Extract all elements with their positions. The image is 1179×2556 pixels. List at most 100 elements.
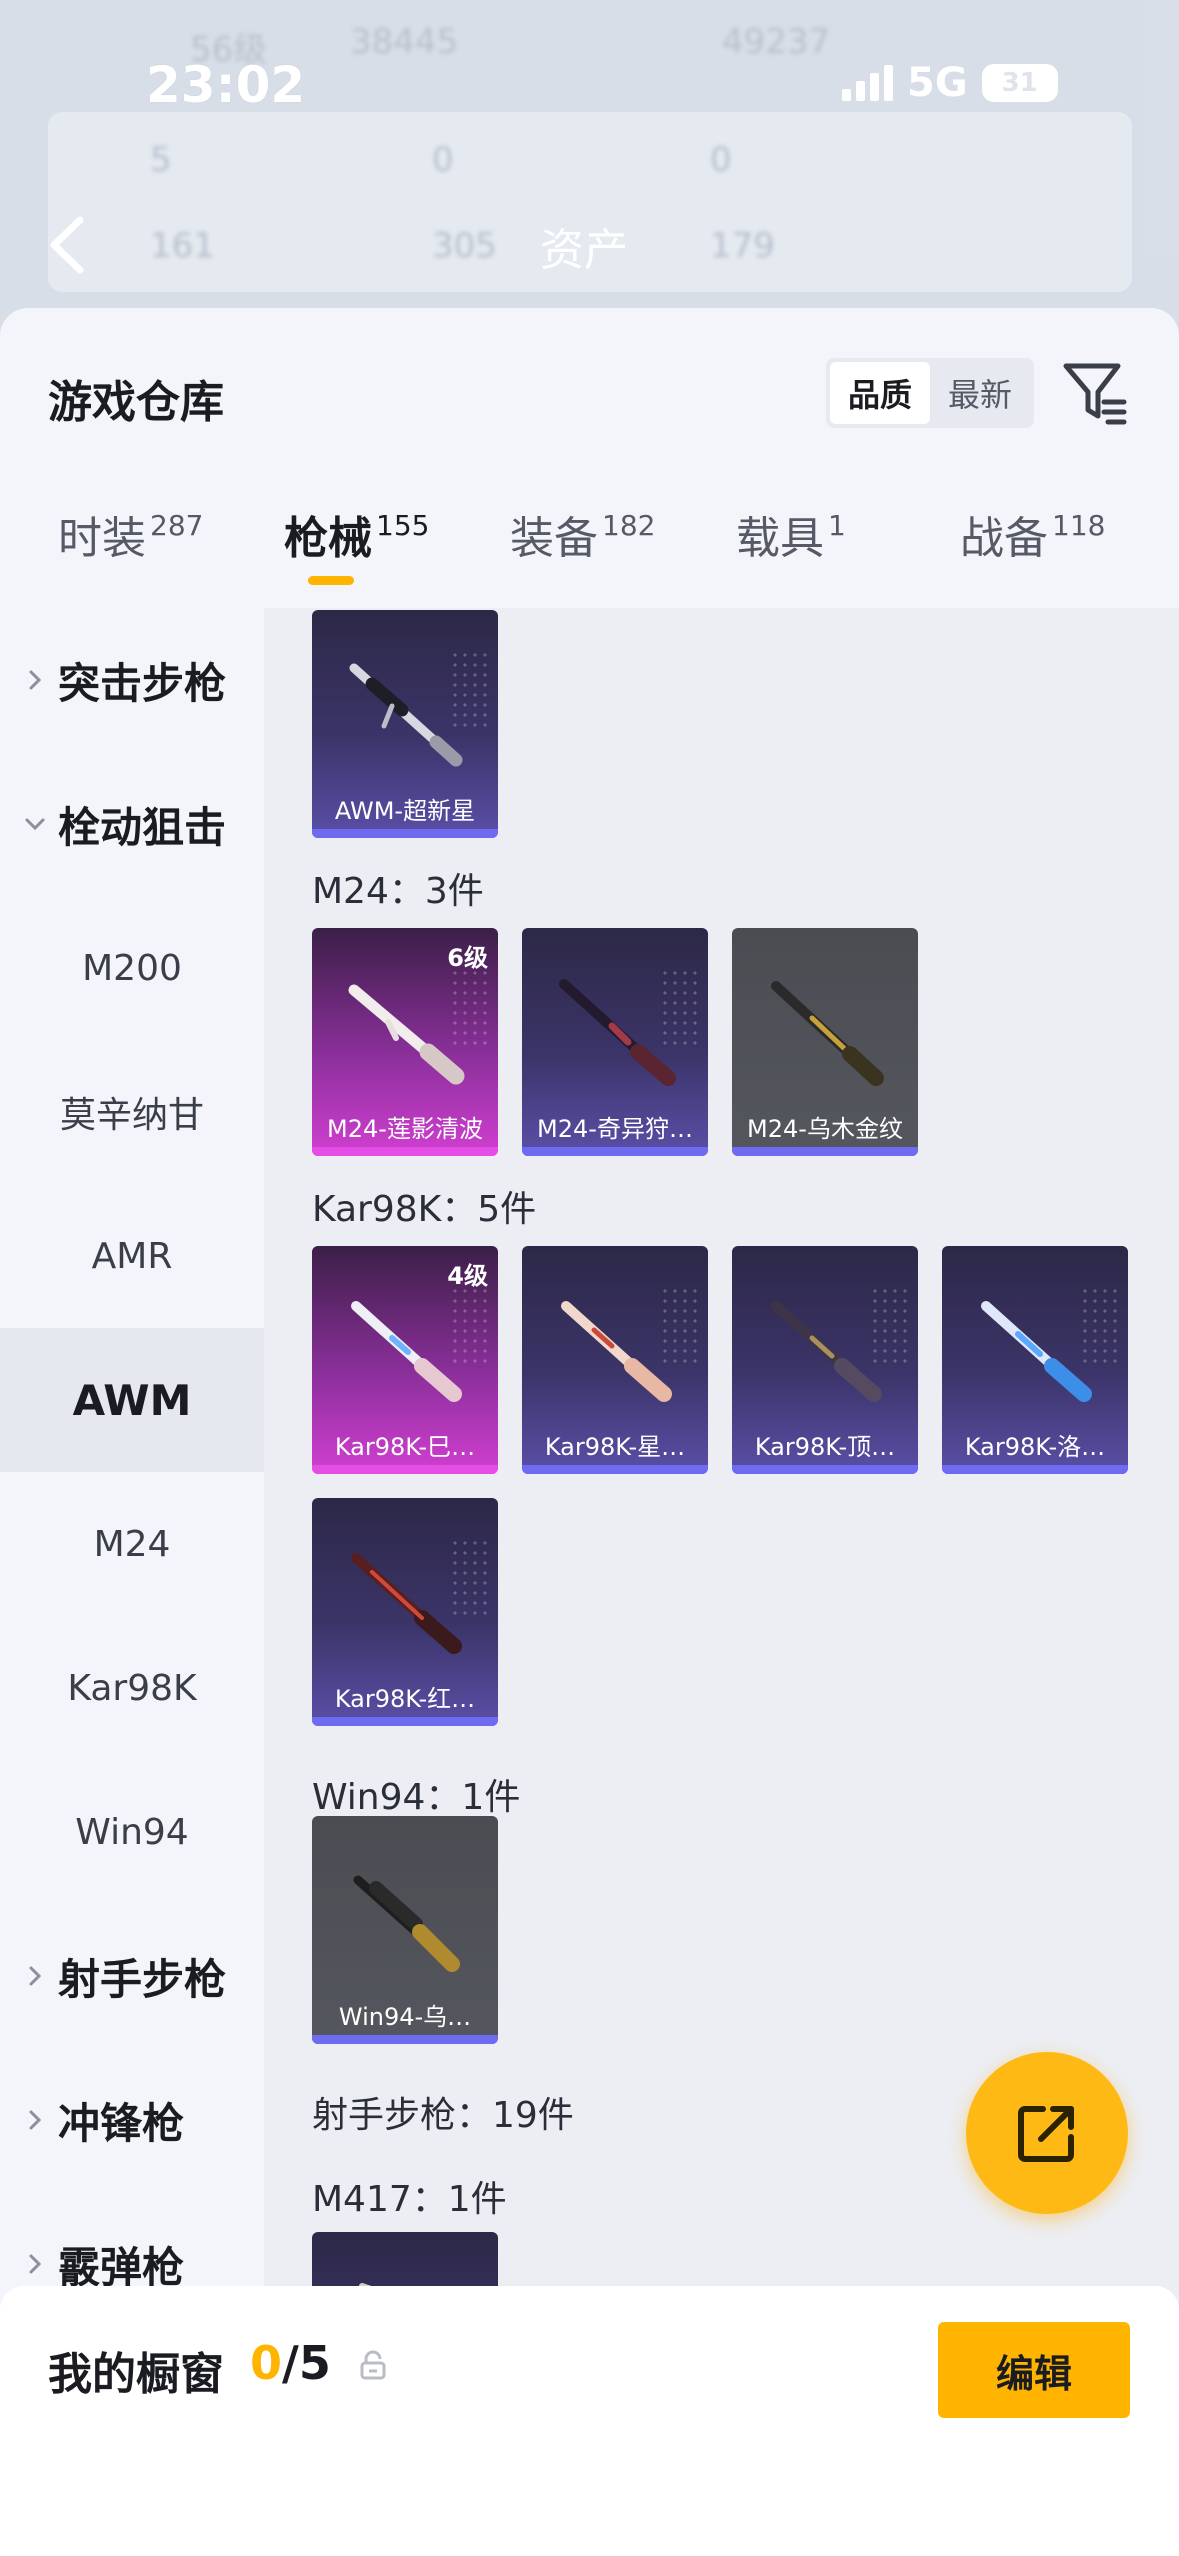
page-title: 资产 [540,225,628,276]
back-arrow-icon[interactable] [40,210,100,280]
lever-rifle-icon [353,1875,460,1972]
item-level-badge: 6级 [447,944,488,972]
item-name: M24-莲影清波 [327,1115,483,1143]
tab-label: 枪械 [284,513,372,564]
item-card[interactable]: Kar98K-洛… [942,1246,1128,1474]
tab-count: 182 [602,509,656,542]
item-level-badge: 4级 [447,1262,488,1290]
sidebar-item-label: 突击步枪 [58,658,227,708]
chevron-right-icon [29,2254,42,2274]
rarity-bar [522,1147,708,1156]
tab-fashion[interactable]: 时装 287 [58,502,203,602]
item-card[interactable]: 4级 Kar98K-巳… [312,1246,498,1474]
status-time: 23:02 [146,56,306,114]
section-title-m417: M417：1件 [312,2179,507,2220]
item-name: Kar98K-顶… [754,1433,896,1461]
sidebar-item-awm[interactable]: AWM [0,1328,264,1472]
section-title-kar98k: Kar98K：5件 [312,1189,537,1230]
faded-stat: 305 [432,226,497,266]
item-card[interactable]: M24-乌木金纹 [732,928,918,1156]
item-name: Win94-乌… [338,2003,472,2031]
rifle-icon [771,1301,882,1402]
tab-count: 1 [828,509,846,542]
tab-equipment[interactable]: 装备 182 [510,502,655,602]
item-card[interactable]: AWM-超新星 [312,610,498,838]
faded-stat: 5 [150,140,172,180]
faded-points: 49237 [722,22,831,62]
item-card[interactable]: Kar98K-星… [522,1246,708,1474]
rifle-icon [981,1301,1092,1402]
sidebar-item-label: M200 [82,947,182,989]
sidebar-item-mosin[interactable]: 莫辛纳甘 [0,1040,264,1184]
rarity-bar [942,1465,1128,1474]
tab-label: 装备 [510,513,598,564]
tab-vehicles[interactable]: 载具 1 [736,502,846,602]
faded-stat: 161 [150,226,215,266]
tab-firearms[interactable]: 枪械 155 [284,502,429,602]
sniper-rifle-icon [348,984,465,1085]
tab-supplies[interactable]: 战备 118 [960,502,1105,602]
item-card[interactable]: 6级 M24-莲影清波 [312,928,498,1156]
section-title-marksman: 射手步枪：19件 [312,2095,574,2136]
sidebar-item-bolt-sniper[interactable]: 栓动狙击 [0,752,264,896]
rarity-bar [732,1465,918,1474]
sidebar-item-amr[interactable]: AMR [0,1184,264,1328]
item-name: Kar98K-巳… [334,1433,476,1461]
sidebar-item-label: AMR [91,1235,173,1277]
sidebar-item-m24[interactable]: M24 [0,1472,264,1616]
section-title-m24: M24：3件 [312,871,484,912]
sidebar-item-win94[interactable]: Win94 [0,1760,264,1904]
faded-coins: 38445 [350,22,459,62]
rarity-bar [312,2035,498,2044]
faded-stat: 0 [432,140,454,180]
sniper-rifle-icon [349,663,463,767]
background-header: 56级 38445 49237 5 0 0 161 305 179 23:02 … [0,0,1179,330]
sort-toggle: 品质 最新 [826,358,1034,428]
rarity-bar [312,1465,498,1474]
sidebar-item-marksman-rifle[interactable]: 射手步枪 [0,1904,264,2048]
sidebar-item-kar98k[interactable]: Kar98K [0,1616,264,1760]
battery-icon: 31 [981,64,1058,102]
sort-quality-button[interactable]: 品质 [830,362,930,424]
filter-icon[interactable] [1062,358,1128,428]
tab-active-indicator [308,576,354,585]
tab-label: 时装 [58,513,146,564]
tab-count: 155 [376,509,430,542]
item-card[interactable]: M24-奇异狩… [522,928,708,1156]
sidebar-item-label: Win94 [75,1811,189,1853]
sniper-rifle-icon [559,979,676,1086]
item-grid: AWM-超新星 M24：3件 6级 M24-莲影清波 M24-奇异狩… M24-… [264,608,1179,2556]
rifle-icon [351,1301,462,1402]
item-card[interactable]: Kar98K-红… [312,1498,498,1726]
sidebar-item-label: 冲锋枪 [58,2098,185,2148]
sidebar-item-label: 莫辛纳甘 [59,1095,204,1136]
sidebar-item-assault-rifle[interactable]: 突击步枪 [0,608,264,752]
showcase-current: 0 [250,2336,283,2390]
sidebar-item-label: 射手步枪 [58,1954,227,2004]
chevron-right-icon [29,2110,42,2130]
item-name: Kar98K-星… [544,1433,686,1461]
showcase-label: 我的橱窗 [48,2349,224,2400]
tab-count: 287 [150,509,204,542]
rarity-bar [312,1147,498,1156]
chevron-right-icon [29,1966,42,1986]
item-name: M24-奇异狩… [537,1115,693,1143]
rarity-bar [312,829,498,838]
sidebar-item-m200[interactable]: M200 [0,896,264,1040]
tab-count: 118 [1052,509,1106,542]
sort-latest-button[interactable]: 最新 [930,362,1030,424]
item-card[interactable]: Win94-乌… [312,1816,498,2044]
rarity-bar [732,1147,918,1156]
network-type: 5G [907,60,968,106]
item-card[interactable]: Kar98K-顶… [732,1246,918,1474]
warehouse-sheet: 游戏仓库 品质 最新 时装 287 枪械 155 装备 182 载具 1 战备 118 突 [0,308,1179,2556]
tab-label: 载具 [736,513,824,564]
edit-button[interactable]: 编辑 [938,2322,1130,2418]
item-name: Kar98K-洛… [964,1433,1106,1461]
sidebar-item-smg[interactable]: 冲锋枪 [0,2048,264,2192]
status-indicators: 5G 31 [842,60,1058,106]
share-button[interactable] [966,2052,1128,2214]
sidebar-item-label: Kar98K [67,1667,197,1709]
chevron-right-icon [29,670,42,690]
item-name: M24-乌木金纹 [747,1115,903,1143]
